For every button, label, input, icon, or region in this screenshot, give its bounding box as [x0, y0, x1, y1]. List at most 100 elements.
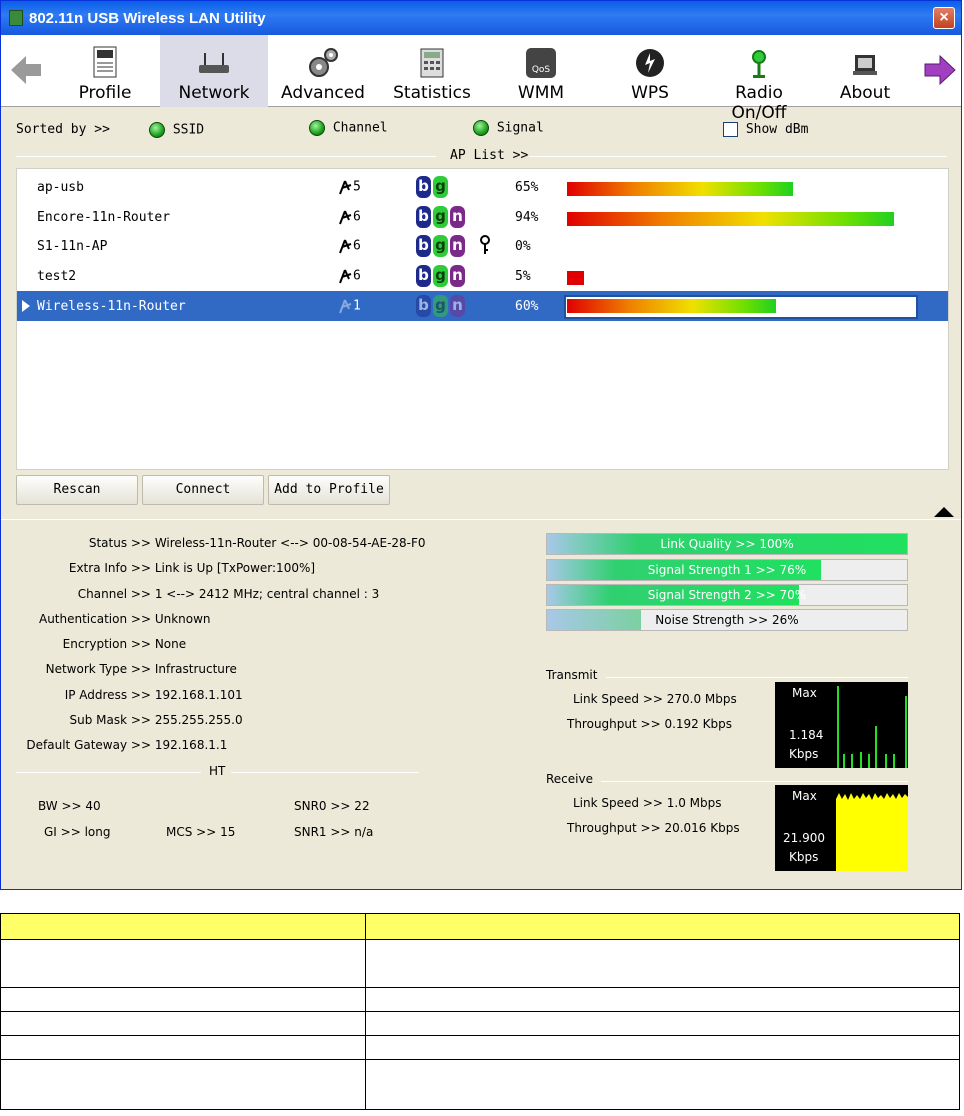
signal-strength-1-meter: Signal Strength 1 >> 76% — [546, 559, 908, 581]
document-table — [0, 913, 960, 1110]
forward-arrow-icon[interactable] — [923, 53, 957, 87]
table-cell — [365, 1011, 960, 1036]
tab-profile[interactable]: Profile — [51, 35, 159, 107]
tab-about[interactable]: About — [811, 35, 919, 107]
back-arrow-icon[interactable] — [9, 53, 43, 87]
mode-n-badge: n — [450, 206, 465, 228]
ap-row[interactable]: Encore-11n-Router 6 bgn 94% — [17, 202, 948, 232]
table-header-row — [0, 913, 960, 940]
table-cell — [365, 939, 960, 988]
channel-icon — [339, 239, 352, 254]
ip-address-line: IP Address >> 192.168.1.101 — [64, 688, 243, 702]
divider — [529, 156, 947, 157]
ht-snr1: SNR1 >> n/a — [294, 825, 374, 839]
collapse-arrow-icon[interactable] — [933, 506, 955, 518]
connect-button[interactable]: Connect — [142, 475, 264, 505]
table-cell — [0, 1011, 366, 1036]
extra-info-line: Extra Info >> Link is Up [TxPower:100%] — [68, 561, 316, 575]
sort-channel-radio[interactable]: Channel — [309, 120, 388, 136]
encryption-line: Encryption >> None — [62, 637, 187, 651]
qos-icon: QoS — [526, 48, 556, 78]
table-cell — [0, 987, 366, 1012]
ap-modes: bgn — [416, 206, 465, 228]
signal-bar — [567, 299, 776, 313]
mode-n-badge: n — [450, 265, 465, 287]
signal-bar — [567, 271, 584, 285]
tab-wps[interactable]: WPS — [596, 35, 704, 107]
about-icon — [853, 55, 877, 75]
add-to-profile-button[interactable]: Add to Profile — [268, 475, 390, 505]
title-bar[interactable]: 802.11n USB Wireless LAN Utility × — [1, 1, 961, 35]
mode-b-badge: b — [416, 235, 431, 257]
radio-dot-icon — [309, 120, 325, 136]
gateway-line: Default Gateway >> 192.168.1.1 — [26, 738, 228, 752]
tab-network[interactable]: Network — [160, 35, 268, 107]
mode-b-badge: b — [416, 295, 431, 317]
divider — [1, 519, 961, 520]
tab-label: WPS — [631, 83, 669, 103]
ap-row[interactable]: ap-usb 5 bg 65% — [17, 172, 948, 202]
rescan-button[interactable]: Rescan — [16, 475, 138, 505]
ap-row[interactable]: S1-11n-AP 6 bgn 0% — [17, 231, 948, 261]
sort-options: Sorted by >> SSID Channel Signal Show dB… — [16, 119, 946, 141]
divider — [601, 781, 908, 782]
link-quality-meter: Link Quality >> 100% — [546, 533, 908, 555]
ap-channel: 5 — [337, 178, 361, 196]
ap-modes: bg — [416, 176, 448, 198]
mode-b-badge: b — [416, 265, 431, 287]
divider — [231, 772, 419, 773]
receive-graph: Max 21.900 Kbps — [775, 785, 908, 871]
transmit-activity-plot — [837, 686, 907, 768]
graph-unit-label: Kbps — [789, 850, 819, 864]
sort-signal-label: Signal — [496, 120, 544, 136]
ap-signal: 0% — [515, 239, 531, 254]
toolbar: Profile Network Advanced Statistics QoS … — [1, 35, 961, 123]
signal-strength-2-meter: Signal Strength 2 >> 70% — [546, 584, 908, 606]
ap-ssid: test2 — [37, 269, 77, 284]
status-line: Status >> Wireless-11n-Router <--> 00-08… — [88, 536, 426, 550]
mode-g-badge: g — [433, 176, 448, 198]
sort-ssid-radio[interactable]: SSID — [149, 122, 204, 138]
svg-text:QoS: QoS — [532, 65, 551, 75]
ap-modes: bgn — [416, 295, 465, 317]
show-dbm-checkbox[interactable]: Show dBm — [723, 122, 808, 137]
tab-wmm[interactable]: QoS WMM — [487, 35, 595, 107]
close-button[interactable]: × — [933, 7, 955, 29]
ht-snr0: SNR0 >> 22 — [294, 799, 370, 813]
tab-label: Advanced — [281, 83, 365, 103]
tab-label: Network — [178, 83, 250, 103]
mode-g-badge: g — [433, 206, 448, 228]
table-cell — [365, 1035, 960, 1060]
ap-row-selected[interactable]: Wireless-11n-Router 1 bgn 60% — [17, 291, 948, 321]
mode-b-badge: b — [416, 176, 431, 198]
ap-channel: 6 — [337, 208, 361, 226]
divider — [606, 677, 908, 678]
divider — [16, 772, 201, 773]
show-dbm-label: Show dBm — [745, 122, 809, 137]
router-icon — [199, 53, 229, 73]
ap-modes: bgn — [416, 235, 465, 257]
tab-statistics[interactable]: Statistics — [378, 35, 486, 107]
ap-row[interactable]: test2 6 bgn 5% — [17, 261, 948, 291]
table-cell — [365, 1059, 960, 1110]
tab-advanced[interactable]: Advanced — [269, 35, 377, 107]
mode-g-badge: g — [433, 265, 448, 287]
table-row — [0, 1035, 960, 1060]
ap-channel: 1 — [337, 297, 361, 315]
sort-label: Sorted by >> — [16, 122, 110, 137]
utility-window: 802.11n USB Wireless LAN Utility × Profi… — [0, 0, 962, 890]
mode-n-badge: n — [450, 235, 465, 257]
selected-arrow-icon — [22, 300, 30, 312]
radio-dot-icon — [473, 120, 489, 136]
ap-signal: 60% — [515, 299, 539, 314]
radio-dot-icon — [149, 122, 165, 138]
ht-gi: GI >> long — [44, 825, 111, 839]
signal-bar — [567, 182, 793, 196]
table-cell — [365, 987, 960, 1012]
tab-radio[interactable]: Radio On/Off — [705, 35, 813, 123]
ap-channel: 6 — [337, 237, 361, 255]
channel-icon — [339, 210, 352, 225]
sort-signal-radio[interactable]: Signal — [473, 120, 544, 136]
mode-b-badge: b — [416, 206, 431, 228]
ht-mcs: MCS >> 15 — [166, 825, 236, 839]
